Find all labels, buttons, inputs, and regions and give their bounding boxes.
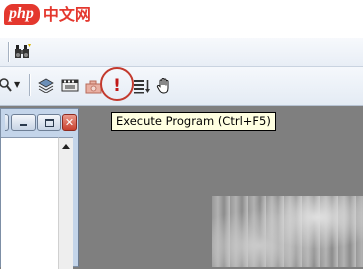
- chevron-down-icon[interactable]: ▼: [14, 80, 20, 89]
- highlight-circle: [100, 67, 134, 101]
- toolbar-separator: [8, 42, 9, 62]
- arrow-up-icon: [62, 144, 70, 149]
- window-content: [1, 137, 58, 269]
- restore-button[interactable]: [37, 114, 61, 131]
- toolbar-main: ▼ !: [0, 67, 363, 106]
- binoculars-icon[interactable]: [13, 43, 33, 61]
- child-window: ✕: [0, 108, 79, 269]
- layers-icon[interactable]: [36, 76, 56, 94]
- scroll-up-button[interactable]: [59, 138, 73, 154]
- toolbar-separator: [29, 74, 30, 96]
- close-button[interactable]: ✕: [62, 114, 77, 131]
- watermark-text: 中文网: [42, 4, 91, 24]
- tooltip-execute: Execute Program (Ctrl+F5): [111, 112, 276, 131]
- minimize-button[interactable]: [11, 114, 36, 131]
- close-icon: ✕: [64, 115, 75, 129]
- restore-icon: [44, 118, 54, 127]
- minimize-icon: [20, 124, 27, 126]
- watermark-logo: php 中文网: [4, 4, 91, 25]
- vertical-scrollbar[interactable]: [58, 137, 73, 269]
- title-area: php 中文网: [0, 0, 363, 38]
- list-step-icon[interactable]: [132, 77, 152, 95]
- film-icon[interactable]: [60, 76, 80, 94]
- watermark-badge: php: [4, 4, 40, 25]
- hand-icon[interactable]: [154, 76, 174, 96]
- toolbar-top: [0, 38, 363, 67]
- blurred-image: [212, 196, 363, 267]
- zoom-icon[interactable]: [0, 76, 12, 94]
- window-button-partial[interactable]: [5, 114, 9, 131]
